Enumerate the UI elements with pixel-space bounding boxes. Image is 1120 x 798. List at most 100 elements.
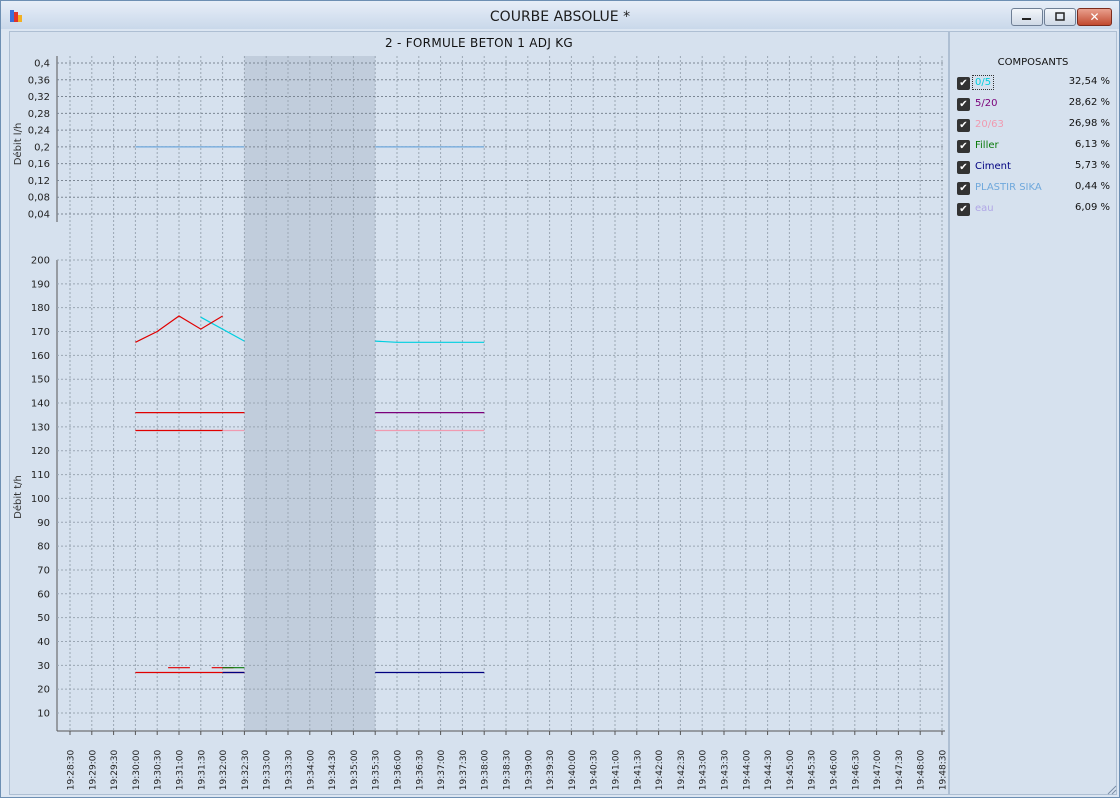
- close-button[interactable]: ✕: [1077, 8, 1112, 26]
- legend-item[interactable]: ✔ 5/20 28,62 %: [955, 96, 1110, 114]
- y-tick-label: 70: [37, 565, 50, 576]
- legend-item-percent: 28,62 %: [1068, 97, 1110, 108]
- restore-button[interactable]: [1044, 8, 1076, 26]
- legend-checkbox[interactable]: ✔: [957, 182, 970, 195]
- y-tick-label: 110: [31, 470, 50, 481]
- x-tick-label: 19:31:30: [197, 750, 207, 791]
- legend-checkbox[interactable]: ✔: [957, 98, 970, 111]
- y-axis-label-top: Débit l/h: [12, 123, 24, 166]
- x-tick-label: 19:46:30: [851, 750, 861, 791]
- x-tick-label: 19:43:30: [721, 750, 731, 791]
- series-line: [375, 340, 485, 343]
- y-tick-label: 0,08: [28, 193, 50, 204]
- x-tick-label: 19:39:30: [546, 750, 556, 791]
- x-tick-label: 19:41:30: [633, 750, 643, 791]
- x-tick-label: 19:42:30: [677, 750, 687, 791]
- x-tick-label: 19:29:30: [110, 750, 120, 791]
- legend-item-name: PLASTIR SIKA: [975, 182, 1042, 193]
- minimize-button[interactable]: [1011, 8, 1043, 26]
- y-tick-label: 30: [37, 661, 50, 672]
- x-tick-label: 19:43:00: [699, 750, 709, 791]
- x-tick-label: 19:48:00: [917, 750, 927, 791]
- y-tick-label: 190: [31, 279, 50, 290]
- title-bar[interactable]: COURBE ABSOLUE * ✕: [1, 1, 1119, 29]
- x-tick-label: 19:32:30: [241, 750, 251, 791]
- x-tick-label: 19:48:30: [939, 750, 949, 791]
- x-tick-label: 19:37:30: [459, 750, 469, 791]
- legend-item-name: eau: [975, 203, 994, 214]
- x-tick-label: 19:32:00: [219, 750, 229, 791]
- x-tick-label: 19:47:00: [873, 750, 883, 791]
- chart-title: 2 - FORMULE BETON 1 ADJ KG: [384, 36, 574, 50]
- x-tick-label: 19:46:00: [830, 750, 840, 791]
- y-tick-label: 80: [37, 542, 50, 553]
- y-tick-label: 0,28: [28, 109, 50, 120]
- legend-checkbox[interactable]: ✔: [957, 77, 970, 90]
- legend-checkbox[interactable]: ✔: [957, 161, 970, 174]
- x-tick-label: 19:39:00: [524, 750, 534, 791]
- y-tick-label: 120: [31, 446, 50, 457]
- legend-item-percent: 6,09 %: [1075, 202, 1110, 213]
- x-tick-label: 19:30:30: [154, 750, 164, 791]
- y-tick-label: 0,04: [28, 210, 50, 221]
- y-tick-label: 0,12: [28, 176, 50, 187]
- legend-item[interactable]: ✔ PLASTIR SIKA 0,44 %: [955, 180, 1110, 198]
- y-tick-label: 0,36: [28, 75, 50, 86]
- x-tick-label: 19:35:30: [372, 750, 382, 791]
- x-tick-label: 19:34:00: [306, 750, 316, 791]
- x-tick-label: 19:28:30: [67, 750, 77, 791]
- y-tick-label: 10: [37, 709, 50, 720]
- legend-item[interactable]: ✔ eau 6,09 %: [955, 201, 1110, 219]
- y-tick-label: 200: [31, 256, 50, 267]
- legend-checkbox[interactable]: ✔: [957, 140, 970, 153]
- legend-title: COMPOSANTS: [997, 57, 1069, 68]
- legend-item-percent: 5,73 %: [1075, 160, 1110, 171]
- x-tick-label: 19:47:30: [895, 750, 905, 791]
- y-tick-label: 0,32: [28, 92, 50, 103]
- x-tick-label: 19:36:00: [394, 750, 404, 791]
- x-tick-label: 19:44:00: [742, 750, 752, 791]
- x-tick-label: 19:38:00: [481, 750, 491, 791]
- close-icon: ✕: [1089, 10, 1100, 24]
- legend-item-percent: 0,44 %: [1075, 181, 1110, 192]
- x-tick-label: 19:35:00: [350, 750, 360, 791]
- y-tick-label: 60: [37, 589, 50, 600]
- y-tick-label: 40: [37, 637, 50, 648]
- window: COURBE ABSOLUE * ✕ 2 - FORMULE BETON 1 A…: [0, 0, 1120, 798]
- x-tick-label: 19:44:30: [764, 750, 774, 791]
- x-tick-label: 19:36:30: [415, 750, 425, 791]
- x-tick-label: 19:33:30: [285, 750, 295, 791]
- legend-item-percent: 6,13 %: [1075, 139, 1110, 150]
- legend-item-percent: 26,98 %: [1068, 118, 1110, 129]
- y-tick-label: 140: [31, 399, 50, 410]
- y-tick-label: 150: [31, 375, 50, 386]
- legend-item[interactable]: ✔ 0/5 32,54 %: [955, 75, 1110, 93]
- legend-item-percent: 32,54 %: [1068, 76, 1110, 87]
- y-tick-label: 0,16: [28, 159, 50, 170]
- resize-grip-icon[interactable]: [1105, 783, 1117, 795]
- legend-item[interactable]: ✔ Filler 6,13 %: [955, 138, 1110, 156]
- y-tick-label: 0,4: [34, 59, 50, 70]
- chart-area: 0,4 0,36 0,32 0,28 0,24 0,2 0,16 0,12 0,08 0,04 20…: [12, 56, 949, 791]
- legend-panel: COMPOSANTS ✔ 0/5 32,54 % ✔ 5/20 28,62 % ✔ 20/63…: [949, 31, 1117, 795]
- x-tick-label: 19:33:00: [263, 750, 273, 791]
- minimize-icon: [1012, 9, 1042, 25]
- chart-panel: 2 - FORMULE BETON 1 ADJ KG 0,4 0,36 0,32 0,…: [9, 31, 949, 795]
- legend-item-name: 5/20: [975, 98, 998, 109]
- x-tick-label: 19:45:00: [786, 750, 796, 791]
- legend-checkbox[interactable]: ✔: [957, 119, 970, 132]
- y-tick-label: 0,24: [28, 126, 50, 137]
- y-tick-label: 0,2: [34, 142, 50, 153]
- legend-item[interactable]: ✔ Ciment 5,73 %: [955, 159, 1110, 177]
- y-tick-label: 100: [31, 494, 50, 505]
- y-tick-label: 130: [31, 422, 50, 433]
- y-tick-label: 160: [31, 351, 50, 362]
- restore-icon: [1045, 9, 1075, 25]
- legend-item[interactable]: ✔ 20/63 26,98 %: [955, 117, 1110, 135]
- legend-checkbox[interactable]: ✔: [957, 203, 970, 216]
- x-tick-label: 19:42:00: [655, 750, 665, 791]
- x-tick-label: 19:41:00: [612, 750, 622, 791]
- x-tick-label: 19:29:00: [88, 750, 98, 791]
- y-tick-label: 170: [31, 327, 50, 338]
- x-tick-label: 19:30:00: [132, 750, 142, 791]
